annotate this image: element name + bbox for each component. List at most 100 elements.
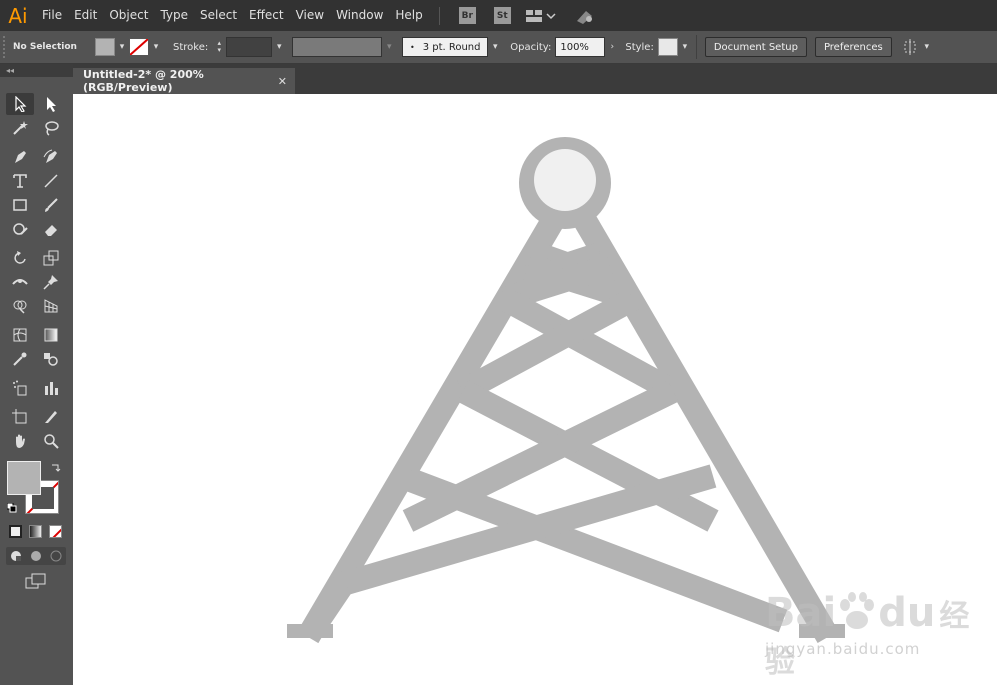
fill-swatch[interactable]: [95, 38, 115, 56]
line-segment-tool[interactable]: [37, 170, 65, 192]
bridge-button[interactable]: Br: [458, 7, 476, 24]
pushpin-icon: [43, 275, 58, 290]
lasso-tool[interactable]: [37, 117, 65, 139]
gradient-mode-button[interactable]: [29, 525, 42, 538]
gpu-performance-icon[interactable]: [574, 7, 596, 25]
artboard-tool[interactable]: [6, 406, 34, 428]
control-panel-menu[interactable]: ▾: [920, 37, 934, 57]
slice-tool[interactable]: [37, 406, 65, 428]
variable-width-dropdown[interactable]: ▾: [382, 37, 396, 57]
column-graph-tool[interactable]: [37, 377, 65, 399]
graphic-style-dropdown[interactable]: ▾: [678, 37, 692, 57]
pen-tool[interactable]: [6, 146, 34, 168]
rotate-tool[interactable]: [6, 247, 34, 269]
document-tab[interactable]: Untitled-2* @ 200% (RGB/Preview) ✕: [73, 68, 295, 94]
hand-tool[interactable]: [6, 430, 34, 452]
artboard-canvas[interactable]: Bai du 经验 jingyan.baidu.com: [73, 94, 997, 685]
blend-icon: [44, 353, 58, 366]
shaper-tool[interactable]: [6, 218, 34, 240]
stroke-swatch[interactable]: [129, 38, 149, 56]
selection-arrow-icon: [15, 96, 27, 112]
stroke-label: Stroke:: [173, 41, 209, 53]
variable-width-profile[interactable]: [292, 37, 383, 57]
type-tool[interactable]: [6, 170, 34, 192]
document-tab-title: Untitled-2* @ 200% (RGB/Preview): [83, 68, 204, 94]
mesh-tool[interactable]: [6, 324, 34, 346]
opacity-label: Opacity:: [510, 41, 552, 53]
eraser-tool[interactable]: [37, 218, 65, 240]
column-graph-icon: [45, 382, 58, 395]
fill-dropdown[interactable]: ▾: [115, 37, 129, 57]
paintbrush-tool[interactable]: [37, 194, 65, 216]
control-bar: No Selection ▾ ▾ Stroke: ▴ ▾ ▾ ▾ • 3 pt. …: [0, 31, 997, 64]
brush-dropdown[interactable]: ▾: [488, 37, 502, 57]
tools-panel: ◂◂: [0, 64, 73, 685]
pen-icon: [15, 151, 26, 163]
stroke-weight-dropdown[interactable]: ▾: [272, 37, 286, 57]
line-segment-icon: [44, 174, 58, 188]
fill-color-box[interactable]: [7, 461, 41, 495]
arrange-documents-button[interactable]: [525, 9, 556, 23]
selection-tool[interactable]: [6, 93, 34, 115]
perspective-grid-icon: [44, 299, 58, 313]
swap-fill-stroke-icon[interactable]: [51, 462, 61, 472]
blend-tool[interactable]: [37, 348, 65, 370]
stroke-weight-input[interactable]: [226, 37, 273, 57]
color-mode-button[interactable]: [9, 525, 22, 538]
stock-button[interactable]: St: [493, 7, 511, 24]
symbol-sprayer-tool[interactable]: [6, 377, 34, 399]
curvature-tool[interactable]: [37, 146, 65, 168]
curvature-pen-icon: [43, 149, 57, 163]
eyedropper-tool[interactable]: [6, 348, 34, 370]
close-tab-icon[interactable]: ✕: [278, 75, 287, 88]
graphic-style-swatch[interactable]: [657, 38, 678, 56]
draw-normal-icon[interactable]: [10, 550, 22, 562]
opacity-input[interactable]: 100%: [555, 37, 606, 57]
direct-selection-tool[interactable]: [37, 93, 65, 115]
direct-selection-arrow-icon: [47, 97, 56, 112]
preferences-button[interactable]: Preferences: [814, 37, 892, 57]
shape-builder-tool[interactable]: [6, 295, 34, 317]
lasso-icon: [45, 121, 59, 136]
stroke-color-dropdown[interactable]: ▾: [149, 37, 163, 57]
menu-select[interactable]: Select: [194, 0, 243, 31]
slice-knife-icon: [45, 411, 57, 423]
opacity-arrow[interactable]: ›: [605, 37, 619, 57]
watermark-logo: Bai du 经验: [765, 590, 997, 682]
menu-type[interactable]: Type: [154, 0, 194, 31]
default-fill-stroke-icon[interactable]: [7, 503, 17, 513]
magic-wand-tool[interactable]: [6, 117, 34, 139]
draw-behind-icon[interactable]: [30, 550, 42, 562]
align-options-icon[interactable]: [902, 39, 920, 55]
brush-definition[interactable]: • 3 pt. Round: [402, 37, 489, 57]
no-stroke-icon: [130, 39, 148, 55]
hand-icon: [16, 434, 25, 448]
menu-object[interactable]: Object: [103, 0, 154, 31]
menu-file[interactable]: File: [36, 0, 68, 31]
menu-edit[interactable]: Edit: [68, 0, 103, 31]
puppet-warp-tool[interactable]: [37, 271, 65, 293]
paintbrush-icon: [45, 198, 58, 212]
document-setup-button[interactable]: Document Setup: [704, 37, 807, 57]
menu-help[interactable]: Help: [389, 0, 428, 31]
panel-grip[interactable]: [3, 36, 9, 58]
gradient-tool[interactable]: [37, 324, 65, 346]
collapse-panel-button[interactable]: ◂◂: [0, 64, 73, 77]
draw-inside-icon[interactable]: [50, 550, 62, 562]
width-tool[interactable]: [6, 271, 34, 293]
none-mode-button[interactable]: [49, 525, 62, 538]
menu-effect[interactable]: Effect: [243, 0, 290, 31]
brush-label: 3 pt. Round: [422, 41, 481, 53]
zoom-tool[interactable]: [37, 430, 65, 452]
scale-icon: [43, 250, 59, 266]
stroke-weight-stepper[interactable]: ▴ ▾: [212, 37, 226, 57]
magic-wand-icon: [13, 121, 28, 135]
perspective-grid-tool[interactable]: [37, 295, 65, 317]
rectangle-tool[interactable]: [6, 194, 34, 216]
menu-view[interactable]: View: [290, 0, 330, 31]
menu-window[interactable]: Window: [330, 0, 389, 31]
shape-builder-icon: [13, 300, 27, 314]
screen-mode-icon[interactable]: [25, 573, 47, 589]
scale-tool[interactable]: [37, 247, 65, 269]
eyedropper-icon: [13, 352, 27, 366]
